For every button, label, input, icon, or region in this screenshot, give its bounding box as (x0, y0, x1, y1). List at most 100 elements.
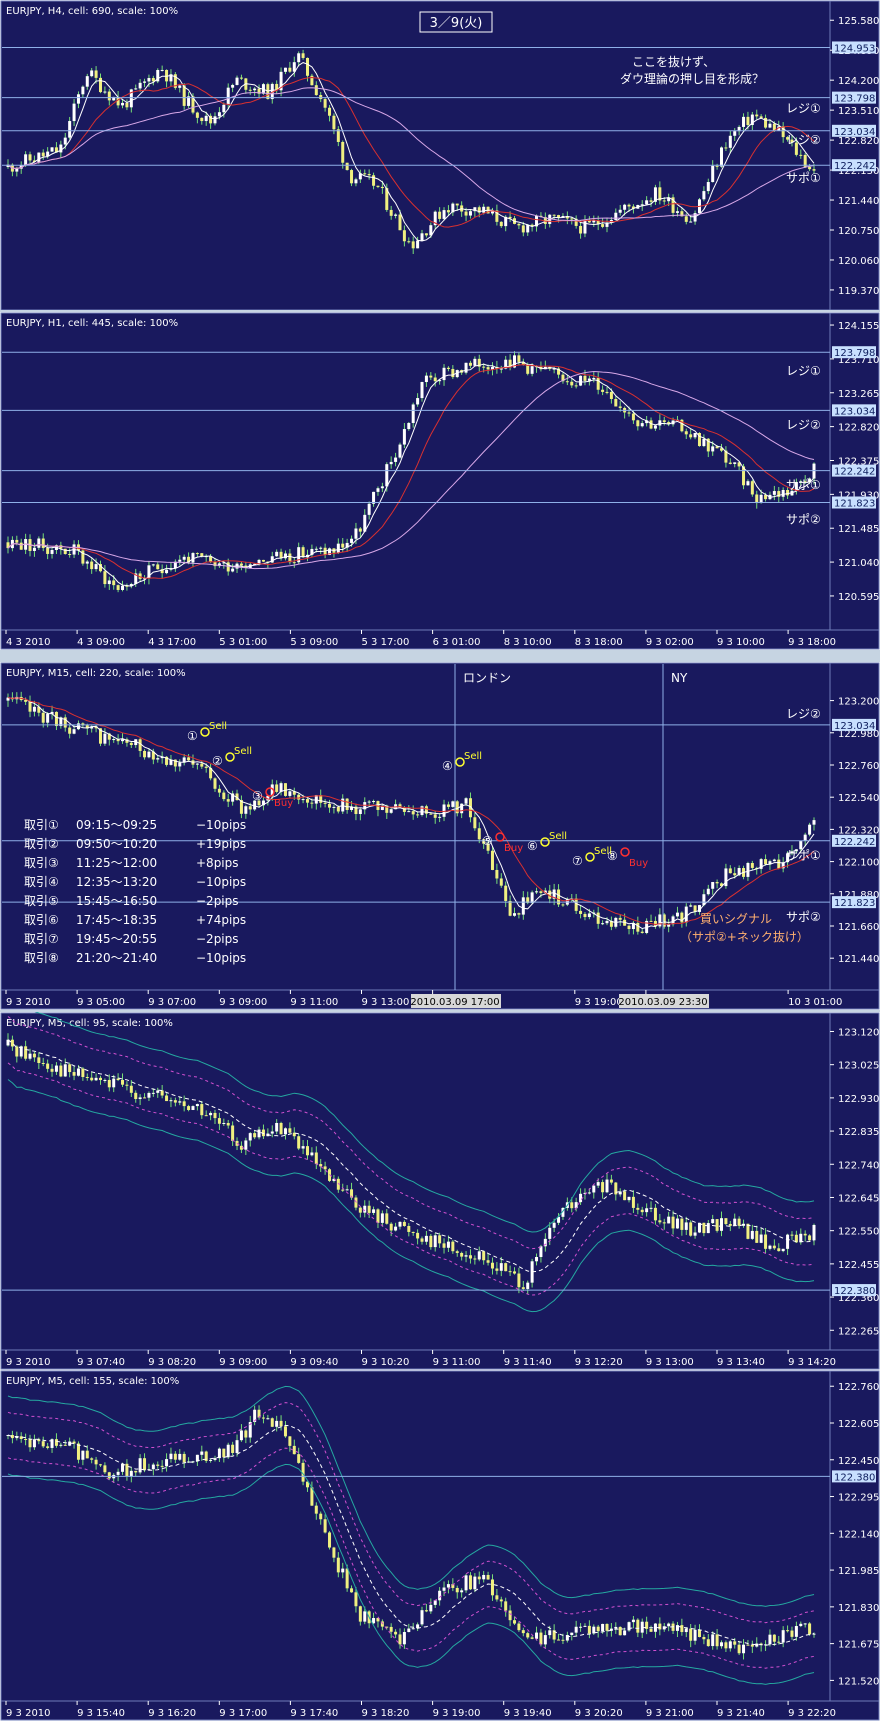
candle-body (407, 811, 411, 813)
candle-body (275, 784, 279, 792)
candle-body (297, 53, 301, 63)
candle-body (416, 398, 420, 405)
y-tick-label: 121.520 (838, 1676, 879, 1687)
candle-body (570, 1632, 574, 1636)
candle-body (535, 891, 539, 893)
candle-body (297, 1454, 301, 1463)
candle-body (468, 1575, 472, 1590)
candle-body (513, 913, 517, 916)
candle-body (728, 868, 732, 874)
candle-body (728, 1641, 732, 1649)
candle-body (160, 1465, 164, 1467)
candle-body (50, 147, 54, 152)
note-text: ここを抜けず、 (632, 55, 715, 69)
candle-body (438, 1235, 442, 1244)
level-label: サポ① (786, 849, 821, 863)
candle-body (772, 859, 776, 862)
candle-body (310, 1152, 314, 1156)
candle-body (332, 115, 336, 130)
candle-body (314, 548, 318, 550)
candle-body (535, 1632, 539, 1639)
candle-body (609, 1179, 613, 1183)
y-tick-label: 123.120 (838, 1027, 879, 1038)
candle-body (715, 165, 719, 167)
candle-body (372, 1618, 376, 1624)
candle-body (521, 1287, 525, 1289)
candle-body (614, 398, 618, 407)
candle-body (601, 1623, 605, 1632)
candle-body (451, 801, 455, 807)
candle-body (217, 112, 221, 117)
candle-body (394, 457, 398, 462)
candle-body (204, 766, 208, 768)
candle-body (72, 1072, 76, 1076)
candle-body (350, 538, 354, 543)
candle-body (513, 1620, 517, 1624)
candle-body (319, 547, 323, 549)
candle-body (583, 913, 587, 918)
x-tick-label: 9 3 09:40 (290, 1357, 338, 1368)
candle-body (213, 1112, 217, 1119)
y-tick-label: 122.540 (838, 793, 879, 804)
candle-body (640, 931, 644, 933)
candle-body (468, 1255, 472, 1259)
price-tag: 123.034 (834, 127, 875, 138)
candle-body (81, 1450, 85, 1460)
candle-body (129, 1085, 133, 1093)
candle-body (134, 1092, 138, 1100)
candle-body (658, 1623, 662, 1630)
candle-body (728, 135, 732, 148)
candle-body (217, 1118, 221, 1124)
candle-body (372, 1209, 376, 1213)
candle-body (372, 175, 376, 186)
candle-body (627, 1622, 631, 1631)
candle-body (76, 94, 80, 104)
candle-body (15, 539, 19, 543)
candle-body (715, 882, 719, 884)
candle-body (764, 1234, 768, 1249)
candle-body (693, 1232, 697, 1236)
candle-body (226, 799, 230, 802)
candle-body (429, 375, 433, 378)
candle-body (587, 1192, 591, 1194)
candle-body (645, 1208, 649, 1213)
x-tick-label: 9 3 16:20 (148, 1708, 196, 1719)
candle-body (358, 809, 362, 815)
candle-body (407, 1628, 411, 1633)
candle-body (601, 1182, 605, 1193)
note-text: ダウ理論の押し目を形成？ (620, 71, 764, 86)
x-tick-label: 8 3 18:00 (575, 637, 623, 648)
candle-body (59, 1444, 63, 1446)
candle-body (675, 211, 679, 213)
candle-body (799, 154, 803, 156)
candle-body (389, 461, 393, 465)
candle-body (636, 922, 640, 932)
candle-body (143, 750, 147, 758)
candle-body (341, 543, 345, 548)
candle-body (288, 67, 292, 72)
candle-body (684, 1628, 688, 1633)
candle-body (336, 806, 340, 812)
candle-body (380, 1213, 384, 1223)
trade-number: 取引⑦ (24, 932, 59, 946)
y-tick-label: 121.830 (838, 1603, 879, 1614)
x-tick-label: 5 3 17:00 (362, 637, 410, 648)
candle-body (728, 1223, 732, 1226)
trade-pips: +8pips (196, 856, 239, 870)
candle-body (332, 1547, 336, 1558)
candle-body (521, 225, 525, 233)
y-tick-label: 121.485 (838, 524, 879, 535)
x-tick-label: 9 3 11:40 (504, 1357, 552, 1368)
candle-body (283, 1128, 287, 1135)
candle-body (385, 464, 389, 487)
candle-body (90, 70, 94, 77)
candle-body (94, 1077, 98, 1081)
candle-body (786, 1234, 790, 1249)
candle-body (94, 1459, 98, 1465)
candle-body (636, 1207, 640, 1210)
candle-body (513, 1271, 517, 1274)
candle-body (178, 1453, 182, 1460)
candle-body (283, 1426, 287, 1437)
candle-body (138, 739, 142, 751)
candle-body (675, 912, 679, 917)
